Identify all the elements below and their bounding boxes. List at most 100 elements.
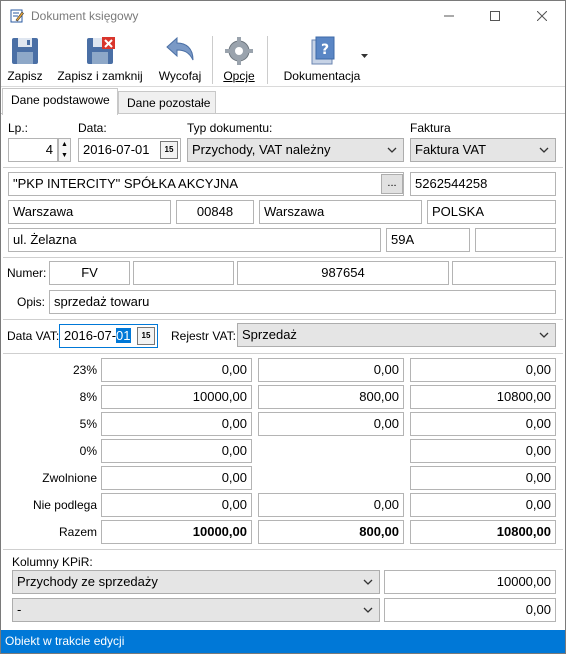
rate-net-input[interactable]: 0,00 [101, 358, 252, 382]
documentation-label: Dokumentacja [283, 69, 361, 83]
chevron-down-icon [363, 579, 373, 585]
rate-net-input[interactable]: 0,00 [101, 439, 252, 463]
save-and-close-button[interactable]: Zapisz i zamknij [54, 34, 146, 86]
description-label: Opis: [16, 295, 45, 309]
maximize-button[interactable] [472, 1, 518, 32]
close-icon [536, 10, 548, 22]
chevron-down-icon [539, 147, 549, 153]
rate-gross-input[interactable]: 0,00 [410, 412, 556, 436]
postcode-input[interactable]: 00848 [176, 200, 254, 224]
rate-vat-input[interactable]: 0,00 [258, 358, 404, 382]
rate-gross-input[interactable]: 0,00 [410, 466, 556, 490]
documentation-button[interactable]: ? Dokumentacja [277, 34, 367, 86]
vat-date-selection: 01 [116, 328, 131, 343]
status-text: Obiekt w trakcie edycji [5, 634, 125, 648]
vat-date-value: 2016-07- [64, 328, 117, 343]
undo-label: Wycofaj [158, 69, 202, 83]
gear-icon [225, 37, 253, 65]
post-city-input[interactable]: Warszawa [259, 200, 422, 224]
invoice-type-select[interactable]: Faktura VAT [410, 138, 556, 162]
window-title: Dokument księgowy [31, 9, 139, 23]
house-number-input[interactable]: 59A [386, 228, 470, 252]
tab-basic-data-label: Dane podstawowe [11, 93, 110, 107]
rate-net-input[interactable]: 10000,00 [101, 385, 252, 409]
dropdown-arrow-icon[interactable] [361, 54, 368, 59]
chevron-down-icon [539, 332, 549, 338]
document-window: Dokument księgowy Zapisz Zapisz i zamkni… [0, 0, 566, 654]
city-input[interactable]: Warszawa [8, 200, 171, 224]
rate-gross-input[interactable]: 10800,00 [410, 385, 556, 409]
rate-gross-input[interactable]: 0,00 [410, 358, 556, 382]
kpir-column-select-2[interactable]: - [12, 598, 380, 622]
total-net-value: 10000,00 [101, 520, 252, 544]
flat-number-input[interactable] [475, 228, 556, 252]
title-bar: Dokument księgowy [1, 1, 565, 32]
undo-arrow-icon [166, 36, 194, 61]
number-part2-input[interactable] [133, 261, 234, 285]
tab-other-data[interactable]: Dane pozostałe [118, 91, 216, 114]
kpir-amount-input-2[interactable]: 0,00 [384, 598, 556, 622]
minimize-button[interactable] [426, 1, 472, 32]
rate-label: 8% [79, 390, 97, 404]
rate-vat-input[interactable]: 0,00 [258, 493, 404, 517]
rate-label: 5% [79, 417, 97, 431]
stepper-up-icon[interactable]: ▲ [59, 139, 70, 150]
separator [3, 319, 563, 320]
rate-net-input[interactable]: 0,00 [101, 493, 252, 517]
vat-register-select[interactable]: Sprzedaż [237, 323, 556, 347]
kpir-label: Kolumny KPiR: [12, 555, 93, 569]
vat-register-value: Sprzedaż [242, 327, 297, 342]
undo-button[interactable]: Wycofaj [153, 34, 207, 86]
rate-vat-input[interactable]: 0,00 [258, 412, 404, 436]
nip-input[interactable]: 5262544258 [410, 172, 556, 196]
vat-date-label: Data VAT: [7, 329, 60, 343]
number-prefix-input[interactable]: FV [49, 261, 130, 285]
minimize-icon [444, 15, 454, 17]
save-button[interactable]: Zapisz [5, 34, 45, 86]
invoice-label: Faktura [410, 121, 451, 135]
separator [3, 549, 563, 550]
maximize-icon [490, 11, 500, 21]
total-gross-value: 10800,00 [410, 520, 556, 544]
rate-label: 23% [72, 363, 97, 377]
calendar-icon[interactable]: 15 [160, 141, 178, 159]
document-type-value: Przychody, VAT należny [192, 142, 331, 157]
separator [3, 167, 563, 168]
save-and-close-label: Zapisz i zamknij [57, 69, 143, 83]
number-suffix-input[interactable] [452, 261, 556, 285]
contractor-lookup-button[interactable]: ... [381, 174, 403, 194]
document-type-select[interactable]: Przychody, VAT należny [187, 138, 404, 162]
rate-label: 0% [79, 444, 97, 458]
calendar-icon[interactable]: 15 [137, 327, 155, 345]
tab-panel-basic: Lp.: Data: Typ dokumentu: Faktura 4 ▲ ▼ … [1, 113, 565, 630]
stepper-down-icon[interactable]: ▼ [59, 150, 70, 161]
date-value: 2016-07-01 [83, 142, 150, 157]
tab-basic-data[interactable]: Dane podstawowe [2, 88, 118, 115]
tab-strip: Dane podstawowe Dane pozostałe [1, 88, 565, 115]
floppy-disk-close-icon [87, 37, 115, 64]
chevron-down-icon [387, 147, 397, 153]
number-value-input[interactable]: 987654 [237, 261, 449, 285]
kpir-column-select-1[interactable]: Przychody ze sprzedaży [12, 570, 380, 594]
status-bar: Obiekt w trakcie edycji [1, 630, 565, 653]
document-type-label: Typ dokumentu: [187, 121, 273, 135]
tab-other-data-label: Dane pozostałe [127, 96, 211, 110]
kpir-amount-input-1[interactable]: 10000,00 [384, 570, 556, 594]
help-document-icon: ? [311, 36, 335, 65]
description-input[interactable]: sprzedaż towaru [49, 290, 556, 314]
lp-input[interactable]: 4 [8, 138, 58, 162]
lp-stepper[interactable]: ▲ ▼ [58, 138, 71, 162]
options-label: Opcje [223, 69, 255, 83]
rate-vat-input[interactable]: 800,00 [258, 385, 404, 409]
kpir-column-value-1: Przychody ze sprzedaży [17, 574, 158, 589]
rate-gross-input[interactable]: 0,00 [410, 439, 556, 463]
rate-net-input[interactable]: 0,00 [101, 466, 252, 490]
rate-net-input[interactable]: 0,00 [101, 412, 252, 436]
rate-gross-input[interactable]: 0,00 [410, 493, 556, 517]
chevron-down-icon [363, 607, 373, 613]
options-button[interactable]: Opcje [217, 34, 261, 86]
contractor-name-input[interactable]: "PKP INTERCITY" SPÓŁKA AKCYJNA [8, 172, 404, 196]
country-input[interactable]: POLSKA [427, 200, 556, 224]
street-input[interactable]: ul. Żelazna [8, 228, 381, 252]
close-button[interactable] [519, 1, 565, 32]
